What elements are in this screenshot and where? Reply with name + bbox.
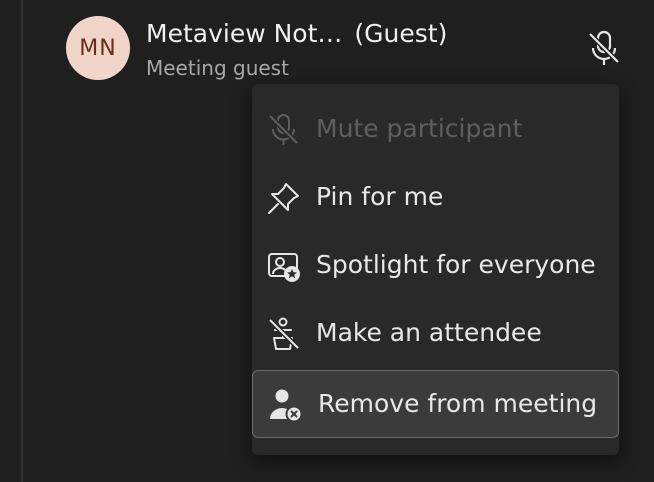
menu-item-mute-participant: Mute participant — [252, 96, 619, 164]
menu-item-label: Pin for me — [316, 182, 444, 211]
menu-item-label: Remove from meeting — [318, 389, 598, 418]
panel-divider — [21, 0, 23, 482]
mic-off-icon — [268, 114, 299, 145]
pin-icon — [268, 183, 299, 214]
participant-context-menu: Mute participant Pin for me Spotlight fo… — [252, 84, 619, 455]
mic-off-icon[interactable] — [586, 28, 622, 68]
participant-guest-tag: (Guest) — [354, 19, 448, 48]
menu-item-make-an-attendee[interactable]: Make an attendee — [252, 300, 619, 368]
remove-person-icon — [270, 389, 303, 423]
participant-subtitle: Meeting guest — [146, 56, 289, 80]
participant-name-row: Metaview Not… (Guest) — [146, 19, 447, 48]
presenter-off-icon — [268, 317, 300, 350]
menu-item-label: Mute participant — [316, 114, 523, 143]
meeting-participants-panel: MN Metaview Not… (Guest) Meeting guest Mu… — [0, 0, 654, 482]
participant-name: Metaview Not… — [146, 19, 343, 48]
menu-item-remove-from-meeting[interactable]: Remove from meeting — [252, 370, 619, 438]
spotlight-icon — [268, 253, 300, 282]
menu-item-label: Make an attendee — [316, 318, 542, 347]
avatar: MN — [66, 16, 130, 80]
menu-item-label: Spotlight for everyone — [316, 250, 596, 279]
menu-item-pin-for-me[interactable]: Pin for me — [252, 164, 619, 232]
menu-item-spotlight-for-everyone[interactable]: Spotlight for everyone — [252, 232, 619, 300]
